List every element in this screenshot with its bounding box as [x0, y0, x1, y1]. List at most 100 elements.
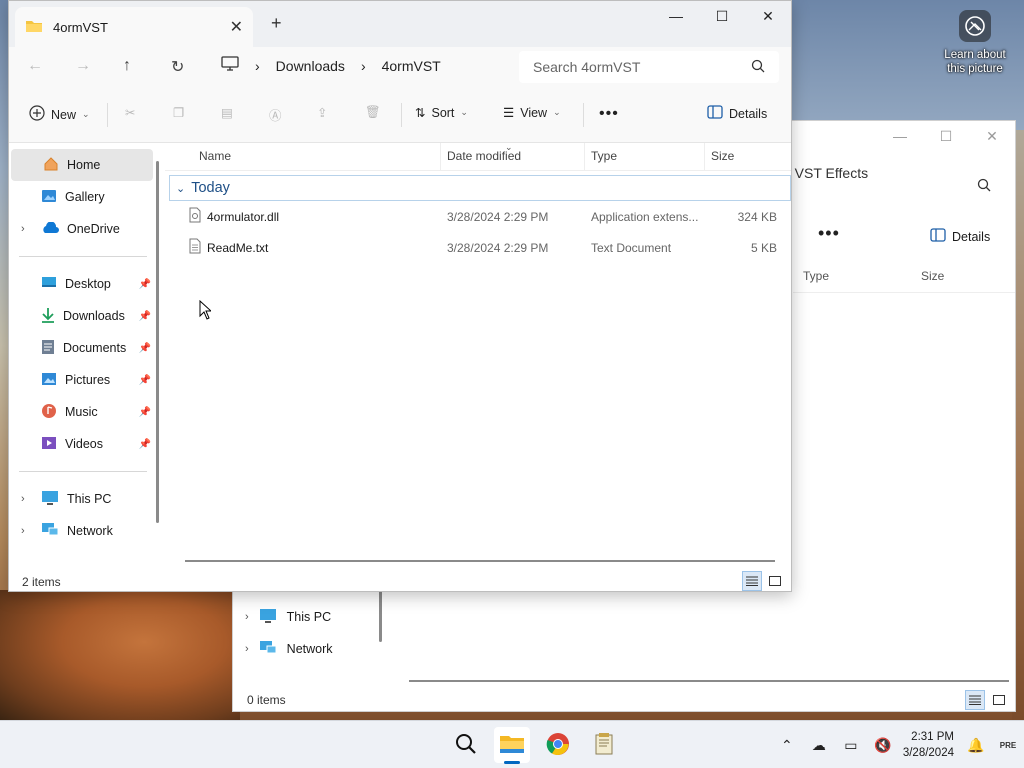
back-search-icon[interactable] [977, 178, 991, 195]
more-options-button[interactable]: ••• [599, 105, 619, 123]
sidebar-item-documents[interactable]: Documents 📌 [9, 332, 155, 364]
learn-line-1: Learn about [944, 49, 1006, 61]
details-view-button[interactable] [742, 571, 762, 591]
rename-button[interactable]: Ⓐ [269, 105, 282, 124]
pin-icon[interactable]: 📌 [139, 407, 151, 418]
chrome-icon [546, 732, 570, 759]
back-nav-this-pc[interactable]: › This PC [233, 601, 383, 633]
notification-bell-icon[interactable]: 🔔 [960, 737, 992, 754]
up-arrow-icon[interactable]: ↑ [123, 57, 131, 75]
share-button[interactable]: ⇪ [317, 105, 327, 120]
explorer-window[interactable]: 4ormVST ✕ + — ☐ ✕ ← → ↑ ↻ › Downloads › … [8, 0, 792, 592]
details-button[interactable]: Details [707, 105, 767, 122]
chevron-right-icon[interactable]: › [255, 58, 260, 74]
close-button[interactable]: ✕ [745, 1, 791, 31]
sidebar-item-onedrive[interactable]: › OneDrive [9, 213, 155, 245]
back-nav-network[interactable]: › Network [233, 633, 383, 665]
chevron-up-icon[interactable]: ⌃ [771, 737, 803, 754]
display-icon[interactable]: ▭ [835, 737, 867, 754]
search-icon[interactable] [751, 59, 765, 76]
volume-muted-icon[interactable]: 🔇 [867, 737, 899, 754]
pin-icon[interactable]: 📌 [139, 439, 151, 450]
learn-about-picture[interactable]: Learn about this picture [942, 10, 1008, 76]
horizontal-scrollbar[interactable] [185, 560, 775, 562]
maximize-button[interactable]: ☐ [699, 1, 745, 31]
group-header-today[interactable]: ⌄ Today [169, 175, 791, 201]
cloud-offline-icon[interactable]: ☁ [803, 737, 835, 754]
col-size[interactable]: Size [705, 143, 791, 170]
tiles-view-button[interactable] [765, 571, 785, 591]
col-name[interactable]: Name [165, 143, 441, 170]
new-button[interactable]: New ⌄ [29, 105, 90, 124]
clock[interactable]: 2:31 PM 3/28/2024 [903, 729, 954, 761]
back-horizontal-scrollbar[interactable] [409, 680, 1009, 682]
search-input[interactable]: Search 4ormVST [533, 59, 640, 75]
view-label: View [520, 105, 548, 120]
sidebar-item-home[interactable]: Home [11, 149, 153, 181]
taskbar-file-explorer[interactable] [494, 727, 530, 764]
sort-button[interactable]: ⇅ Sort ⌄ [415, 105, 468, 121]
back-details-button[interactable]: Details [930, 228, 990, 245]
breadcrumb-4ormvst[interactable]: 4ormVST [382, 58, 441, 74]
title-bar[interactable]: 4ormVST ✕ + — ☐ ✕ [9, 1, 791, 47]
sidebar-item-music[interactable]: Music 📌 [9, 396, 155, 428]
chevron-right-icon[interactable]: › [21, 223, 25, 235]
back-arrow-icon[interactable]: ← [27, 57, 43, 75]
folder-icon [25, 19, 43, 36]
back-col-type[interactable]: Type [793, 263, 911, 292]
chevron-right-icon[interactable]: › [361, 58, 366, 74]
back-maximize-button[interactable]: ☐ [923, 121, 969, 151]
back-close-button[interactable]: ✕ [969, 121, 1015, 151]
refresh-icon[interactable]: ↻ [171, 57, 184, 77]
sidebar-item-network[interactable]: › Network [9, 515, 155, 547]
taskbar-search-button[interactable] [448, 727, 484, 763]
pin-icon[interactable]: 📌 [139, 311, 151, 322]
monitor-icon[interactable] [221, 56, 239, 75]
sidebar-scrollbar[interactable] [156, 161, 159, 523]
pin-icon[interactable]: 📌 [139, 343, 151, 354]
pin-icon[interactable]: 📌 [139, 279, 151, 290]
minimize-button[interactable]: — [653, 1, 699, 31]
search-box[interactable]: Search 4ormVST [519, 51, 779, 83]
learn-line-2: this picture [947, 63, 1003, 75]
tiles-view-button[interactable] [989, 690, 1009, 710]
group-label: Today [191, 180, 230, 196]
taskbar-chrome[interactable] [540, 727, 576, 763]
wallpaper-rock [0, 590, 240, 720]
new-tab-button[interactable]: + [271, 13, 282, 34]
details-label: Details [729, 106, 768, 121]
pin-icon[interactable]: 📌 [139, 375, 151, 386]
close-tab-icon[interactable]: ✕ [230, 17, 243, 37]
forward-arrow-icon[interactable]: → [75, 57, 91, 75]
sidebar-item-downloads[interactable]: Downloads 📌 [9, 300, 155, 332]
chevron-right-icon[interactable]: › [21, 493, 25, 505]
taskbar-notepad[interactable] [586, 727, 622, 763]
paste-button[interactable]: ▤ [221, 105, 233, 120]
pictures-icon [41, 372, 57, 389]
details-view-button[interactable] [965, 690, 985, 710]
view-button[interactable]: ☰ View ⌄ [503, 105, 561, 121]
sidebar-item-pictures[interactable]: Pictures 📌 [9, 364, 155, 396]
copy-button[interactable]: ❐ [173, 105, 184, 120]
back-minimize-button[interactable]: — [877, 121, 923, 151]
breadcrumb-downloads[interactable]: Downloads [276, 58, 345, 74]
sidebar-label: Pictures [65, 373, 111, 387]
sidebar-item-gallery[interactable]: Gallery [9, 181, 155, 213]
back-more-button[interactable]: ••• [818, 223, 840, 244]
clock-date: 3/28/2024 [902, 747, 954, 759]
delete-button[interactable]: 🗑 [365, 105, 381, 120]
file-row[interactable]: 4ormulator.dll 3/28/2024 2:29 PM Applica… [165, 201, 791, 232]
sidebar-item-this-pc[interactable]: › This PC [9, 483, 155, 515]
tab-4ormvst[interactable]: 4ormVST ✕ [15, 7, 253, 47]
sidebar-item-desktop[interactable]: Desktop 📌 [9, 268, 155, 300]
file-row[interactable]: ReadMe.txt 3/28/2024 2:29 PM Text Docume… [165, 232, 791, 263]
network-icon [259, 640, 277, 659]
pre-badge-icon: PRE [999, 740, 1017, 750]
col-date-modified[interactable]: Date modified [441, 143, 585, 170]
chevron-right-icon[interactable]: › [21, 525, 25, 537]
sidebar-item-videos[interactable]: Videos 📌 [9, 428, 155, 460]
back-col-size[interactable]: Size [911, 263, 954, 292]
chevron-down-icon: ⌄ [82, 109, 90, 119]
cut-button[interactable]: ✂ [125, 105, 135, 120]
col-type[interactable]: Type [585, 143, 705, 170]
